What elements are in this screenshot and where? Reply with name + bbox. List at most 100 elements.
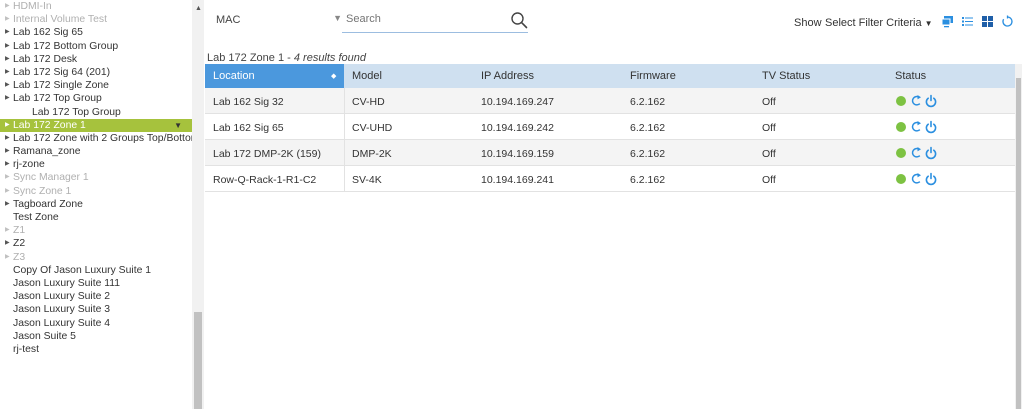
sidebar-item[interactable]: ▶ Lab 172 Top Group (0, 92, 192, 105)
sidebar-item[interactable]: Lab 172 Top Group (0, 106, 192, 119)
table-row[interactable]: Lab 162 Sig 32 CV-HD 10.194.169.247 6.2.162… (205, 88, 1015, 114)
status-icons (895, 172, 943, 186)
column-header-tv-status[interactable]: TV Status (762, 70, 810, 82)
sidebar-item[interactable]: ▶ Lab 172 Zone with 2 Groups Top/Bottom (0, 132, 199, 145)
filter-criteria-dropdown[interactable]: Select Filter Criteria ▼ (825, 17, 933, 29)
cell-tv-status: Off (762, 148, 776, 160)
sidebar-item[interactable]: Jason Luxury Suite 4 (0, 317, 192, 330)
expand-arrow-icon[interactable]: ▶ (5, 119, 10, 132)
search-by-value: MAC (216, 14, 241, 26)
sidebar-item[interactable]: ▶ Z3 (0, 251, 192, 264)
sidebar-item-label: rj-zone (13, 159, 45, 171)
reload-icon[interactable] (911, 147, 921, 158)
cell-model: CV-UHD (352, 122, 393, 134)
sidebar-item[interactable]: ▶ Lab 172 Sig 64 (201) (0, 66, 192, 79)
search-by-select[interactable]: MAC ▼ (216, 12, 342, 30)
expand-arrow-icon[interactable]: ▶ (5, 53, 10, 66)
sidebar-item[interactable]: Jason Luxury Suite 111 (0, 277, 192, 290)
sidebar-item[interactable]: Test Zone (0, 211, 192, 224)
sidebar-item[interactable]: rj-test (0, 343, 192, 356)
expand-arrow-icon[interactable]: ▶ (5, 224, 10, 237)
sidebar-item[interactable]: Jason Luxury Suite 3 (0, 303, 192, 316)
table-row[interactable]: Lab 162 Sig 65 CV-UHD 10.194.169.242 6.2.16… (205, 114, 1015, 140)
expand-arrow-icon[interactable]: ▶ (5, 26, 10, 39)
expand-arrow-icon[interactable]: ▶ (5, 185, 10, 198)
expand-arrow-icon[interactable]: ▶ (5, 237, 10, 250)
sidebar-item[interactable]: ▶ Tagboard Zone (0, 198, 192, 211)
status-icons (895, 94, 943, 108)
expand-arrow-icon[interactable]: ▶ (5, 40, 10, 53)
table-row[interactable]: Lab 172 DMP-2K (159) DMP-2K 10.194.169.159… (205, 140, 1015, 166)
caret-down-icon[interactable]: ▼ (174, 119, 182, 132)
expand-arrow-icon[interactable]: ▶ (5, 171, 10, 184)
sidebar-item[interactable]: ▶ Lab 172 Zone 1 ▼ (0, 118, 192, 132)
cell-model: SV-4K (352, 174, 382, 186)
scroll-up-arrow-icon[interactable]: ▲ (195, 5, 202, 12)
power-icon[interactable] (925, 120, 937, 134)
power-icon[interactable] (925, 172, 937, 186)
expand-arrow-icon[interactable]: ▶ (5, 145, 10, 158)
sidebar-item[interactable]: Jason Luxury Suite 2 (0, 290, 192, 303)
column-header-model[interactable]: Model (352, 70, 382, 82)
sidebar-item[interactable]: ▶ Sync Zone 1 (0, 185, 192, 198)
sidebar-item-label: rj-test (13, 343, 39, 355)
sidebar-scroll-thumb[interactable] (194, 312, 202, 409)
table-row[interactable]: Row-Q-Rack-1-R1-C2 SV-4K 10.194.169.241 6.2… (205, 166, 1015, 192)
sidebar-item[interactable]: ▶ rj-zone (0, 158, 192, 171)
column-header-firmware[interactable]: Firmware (630, 70, 676, 82)
cell-location: Lab 162 Sig 65 (213, 122, 284, 134)
results-separator: - (284, 52, 294, 64)
sidebar-item[interactable]: Copy Of Jason Luxury Suite 1 (0, 264, 192, 277)
power-icon[interactable] (925, 146, 937, 160)
expand-arrow-icon[interactable]: ▶ (5, 0, 10, 13)
sidebar-item[interactable]: ▶ Sync Manager 1 (0, 171, 192, 184)
sidebar-item-label: Lab 172 Sig 64 (201) (13, 66, 111, 78)
sidebar-scrollbar[interactable]: ▲ (192, 0, 204, 409)
monitor-view-icon[interactable] (941, 15, 954, 28)
table-scrollbar[interactable] (1015, 64, 1022, 409)
power-icon[interactable] (925, 94, 937, 108)
expand-arrow-icon[interactable]: ▶ (5, 66, 10, 79)
sidebar-item[interactable]: ▶ Z2 (0, 237, 192, 250)
expand-arrow-icon[interactable]: ▶ (5, 251, 10, 264)
cell-model: CV-HD (352, 96, 385, 108)
sort-indicator-icon[interactable]: ◆ (331, 72, 336, 80)
sidebar-item-label: Test Zone (13, 212, 59, 223)
refresh-icon[interactable] (1001, 15, 1014, 28)
expand-arrow-icon[interactable]: ▶ (5, 198, 10, 211)
status-icons (895, 120, 943, 134)
sidebar-item[interactable]: ▶ Ramana_zone (0, 145, 192, 158)
column-header-location[interactable]: Location ◆ (205, 64, 344, 88)
reload-icon[interactable] (911, 95, 921, 106)
sidebar-item[interactable]: ▶ Lab 162 Sig 65 (0, 26, 192, 39)
expand-arrow-icon[interactable]: ▶ (5, 158, 10, 171)
expand-arrow-icon[interactable]: ▶ (5, 79, 10, 92)
sidebar-item[interactable]: Jason Suite 5 (0, 330, 192, 343)
reload-icon[interactable] (911, 121, 921, 132)
column-header-status[interactable]: Status (895, 70, 926, 82)
sidebar-item[interactable]: ▶ Lab 172 Desk (0, 53, 192, 66)
expand-arrow-icon[interactable]: ▶ (5, 92, 10, 105)
search-input[interactable] (346, 13, 496, 25)
sidebar-item[interactable]: ▶ Lab 172 Single Zone (0, 79, 192, 92)
table-scroll-thumb[interactable] (1016, 78, 1021, 409)
cell-ip: 10.194.169.242 (481, 122, 554, 134)
search-icon[interactable] (510, 11, 528, 29)
sidebar-item-label: HDMI-In (13, 1, 52, 12)
sidebar-item[interactable]: ▶ HDMI-In (0, 0, 192, 13)
sidebar-item[interactable]: ▶ Internal Volume Test (0, 13, 192, 26)
cell-tv-status: Off (762, 96, 776, 108)
column-label-location: Location (213, 70, 255, 82)
devices-table: Location ◆ Model IP Address Firmware TV … (205, 64, 1015, 192)
sidebar-item[interactable]: ▶ Z1 (0, 224, 192, 237)
caret-down-icon: ▼ (924, 19, 933, 28)
reload-icon[interactable] (911, 173, 921, 184)
expand-arrow-icon[interactable]: ▶ (5, 13, 10, 26)
cell-tv-status: Off (762, 174, 776, 186)
grid-view-icon[interactable] (981, 15, 994, 28)
column-header-ip-address[interactable]: IP Address (481, 70, 534, 82)
sidebar-item-label: Jason Luxury Suite 4 (13, 317, 111, 329)
sidebar-item[interactable]: ▶ Lab 172 Bottom Group (0, 40, 192, 53)
list-view-icon[interactable] (961, 15, 974, 28)
expand-arrow-icon[interactable]: ▶ (5, 132, 10, 145)
